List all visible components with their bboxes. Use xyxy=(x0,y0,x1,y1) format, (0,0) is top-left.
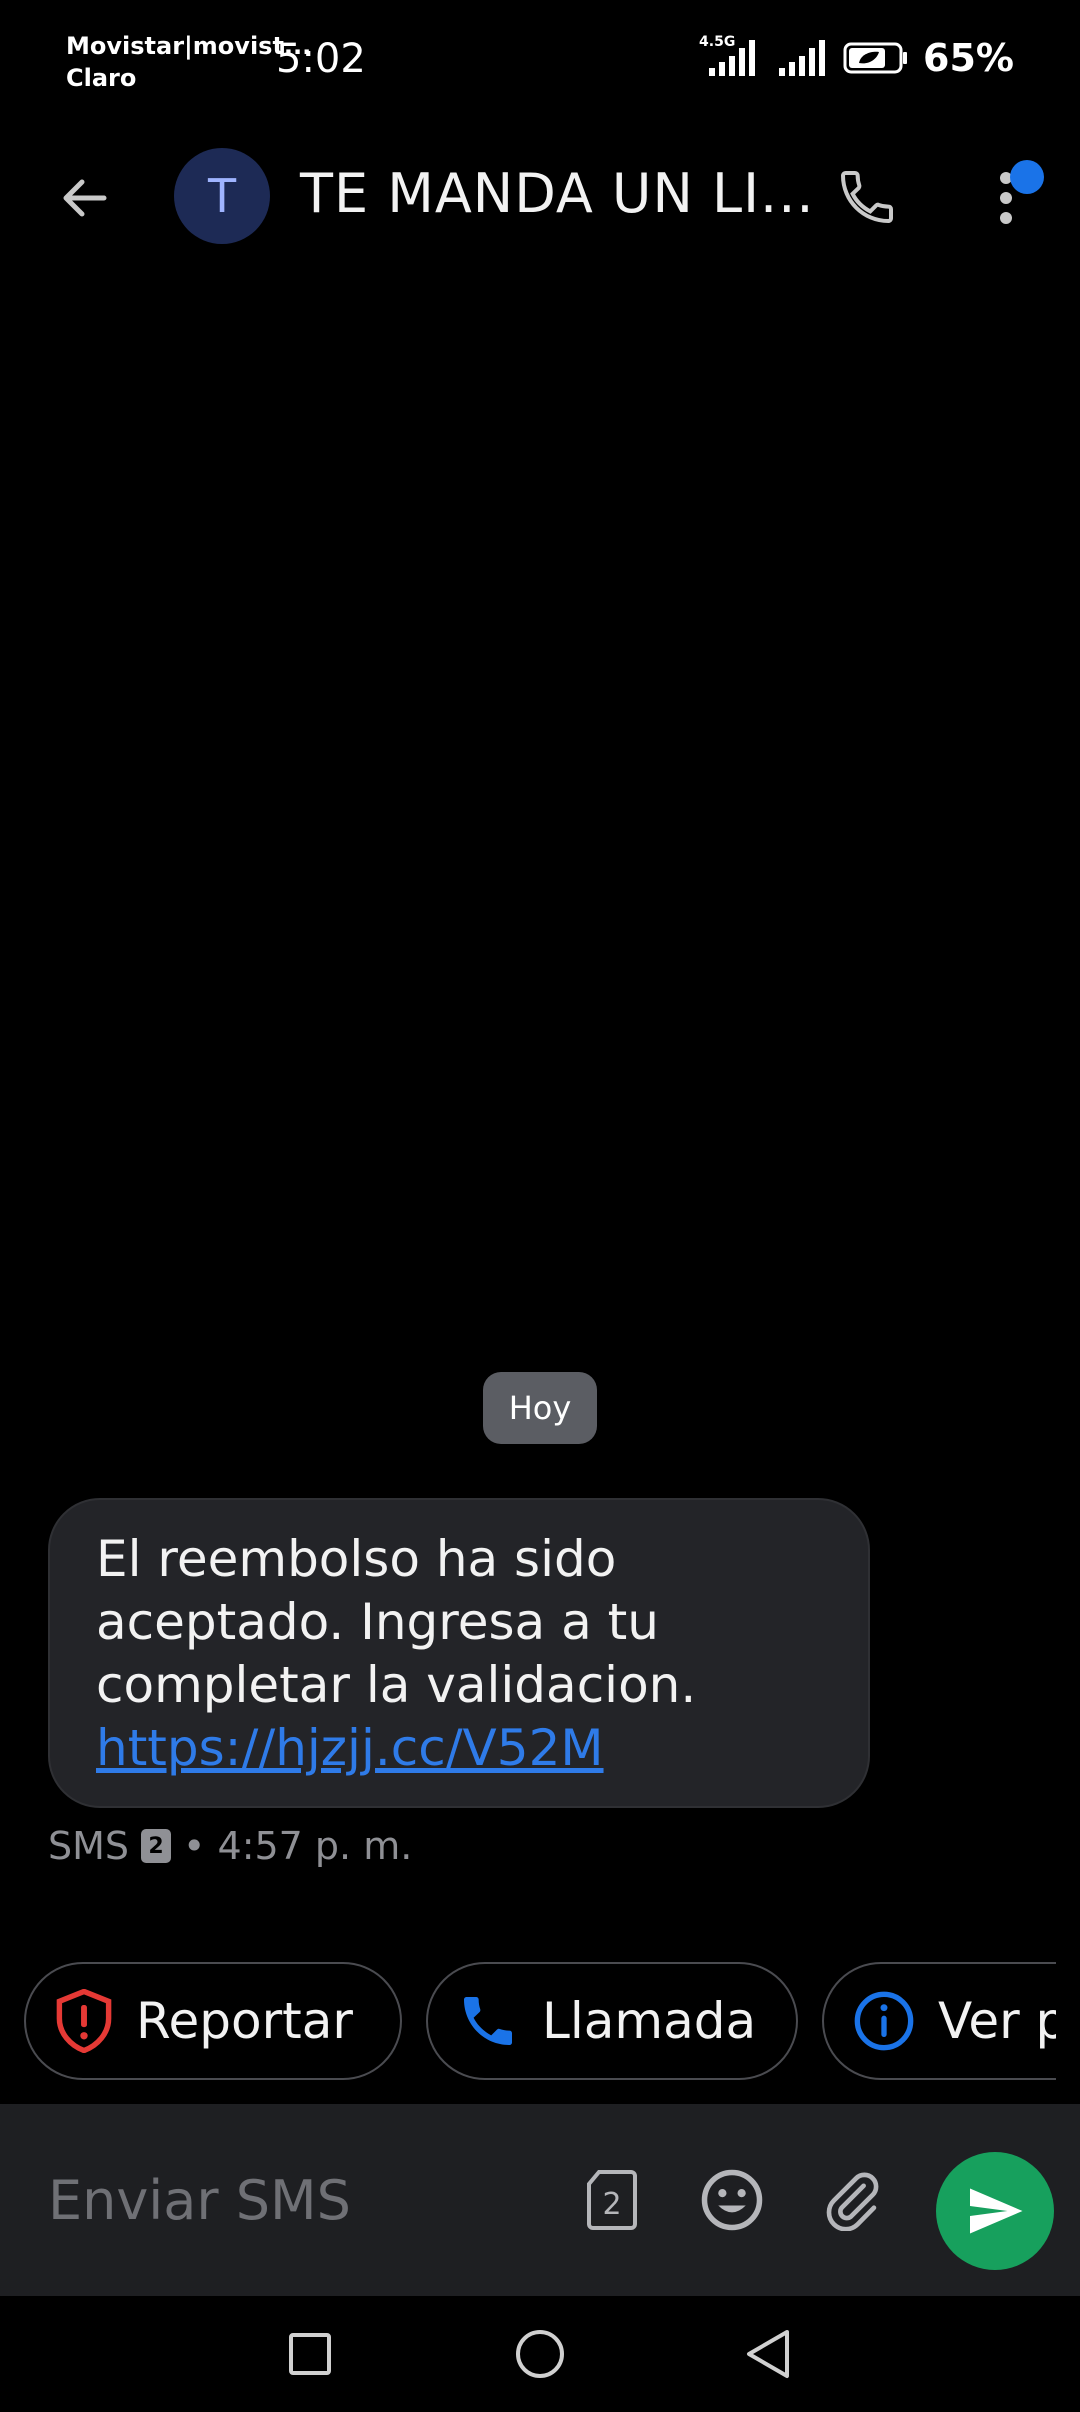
more-dot-2 xyxy=(1000,192,1012,204)
carrier-name-1: Movistar|movist... xyxy=(66,32,312,60)
back-button[interactable] xyxy=(46,160,122,236)
message-bubble[interactable]: El reembolso ha sido aceptado. Ingresa a… xyxy=(48,1498,870,1808)
triangle-back-icon xyxy=(747,2330,789,2378)
sim-icon: 2 xyxy=(141,1829,172,1863)
more-dot-3 xyxy=(1000,212,1012,224)
suggestion-chips: Reportar Llamada Ver p xyxy=(0,1962,1056,2080)
battery-saver-icon xyxy=(843,42,908,74)
message-composer: 2 xyxy=(0,2104,1080,2296)
attach-button[interactable] xyxy=(816,2164,888,2236)
recents-button[interactable] xyxy=(274,2318,346,2390)
view-chip-label: Ver p xyxy=(938,1992,1056,2050)
emoji-icon xyxy=(701,2169,763,2231)
sim-select-button[interactable]: 2 xyxy=(576,2164,648,2236)
signal-bars-icon xyxy=(779,40,826,76)
report-chip-label: Reportar xyxy=(136,1992,353,2050)
send-button[interactable] xyxy=(936,2152,1054,2270)
status-icons: 4.5G 65% xyxy=(699,34,1014,80)
contact-name[interactable]: TE MANDA UN LI... xyxy=(300,162,815,225)
report-chip[interactable]: Reportar xyxy=(24,1962,402,2080)
sms-conversation-screen: Movistar|movist... Claro 5:02 4.5G 65% T… xyxy=(0,0,1080,2412)
sim-card-icon: 2 xyxy=(587,2170,637,2230)
circle-icon xyxy=(516,2330,564,2378)
sms-input[interactable] xyxy=(48,2160,548,2240)
contact-avatar[interactable]: T xyxy=(174,148,270,244)
signal-4g-icon: 4.5G xyxy=(699,34,763,78)
message-text: El reembolso ha sido aceptado. Ingresa a… xyxy=(96,1530,697,1714)
emoji-button[interactable] xyxy=(696,2164,768,2236)
system-nav-bar xyxy=(0,2296,1080,2412)
square-icon xyxy=(289,2333,331,2375)
call-chip[interactable]: Llamada xyxy=(426,1962,798,2080)
carrier-name-2: Claro xyxy=(66,64,137,92)
shield-alert-icon xyxy=(56,1989,112,2053)
info-icon xyxy=(854,1991,914,2051)
phone-icon xyxy=(464,1997,512,2045)
carrier-info: Movistar|movist... Claro xyxy=(66,30,311,94)
back-arrow-icon xyxy=(63,179,107,217)
call-button[interactable] xyxy=(822,152,912,242)
notification-badge xyxy=(1010,160,1044,194)
home-button[interactable] xyxy=(504,2318,576,2390)
message-type: SMS xyxy=(48,1824,130,1868)
back-nav-button[interactable] xyxy=(732,2318,804,2390)
status-bar: Movistar|movist... Claro 5:02 4.5G 65% xyxy=(0,0,1080,120)
send-icon xyxy=(970,2188,1023,2234)
phone-icon xyxy=(840,171,893,224)
view-chip[interactable]: Ver p xyxy=(822,1962,1056,2080)
message-time: • 4:57 p. m. xyxy=(183,1824,413,1868)
composer-sim-number: 2 xyxy=(602,2187,621,2222)
status-clock: 5:02 xyxy=(276,36,366,82)
message-meta: SMS 2 • 4:57 p. m. xyxy=(48,1824,412,1868)
battery-percent: 65% xyxy=(923,36,1014,80)
paperclip-icon xyxy=(826,2172,879,2231)
more-options-button[interactable] xyxy=(980,150,1044,246)
date-separator: Hoy xyxy=(483,1372,597,1444)
message-link[interactable]: https://hjzjj.cc/V52M xyxy=(96,1717,822,1780)
call-chip-label: Llamada xyxy=(542,1992,757,2050)
network-type-label: 4.5G xyxy=(699,34,736,50)
